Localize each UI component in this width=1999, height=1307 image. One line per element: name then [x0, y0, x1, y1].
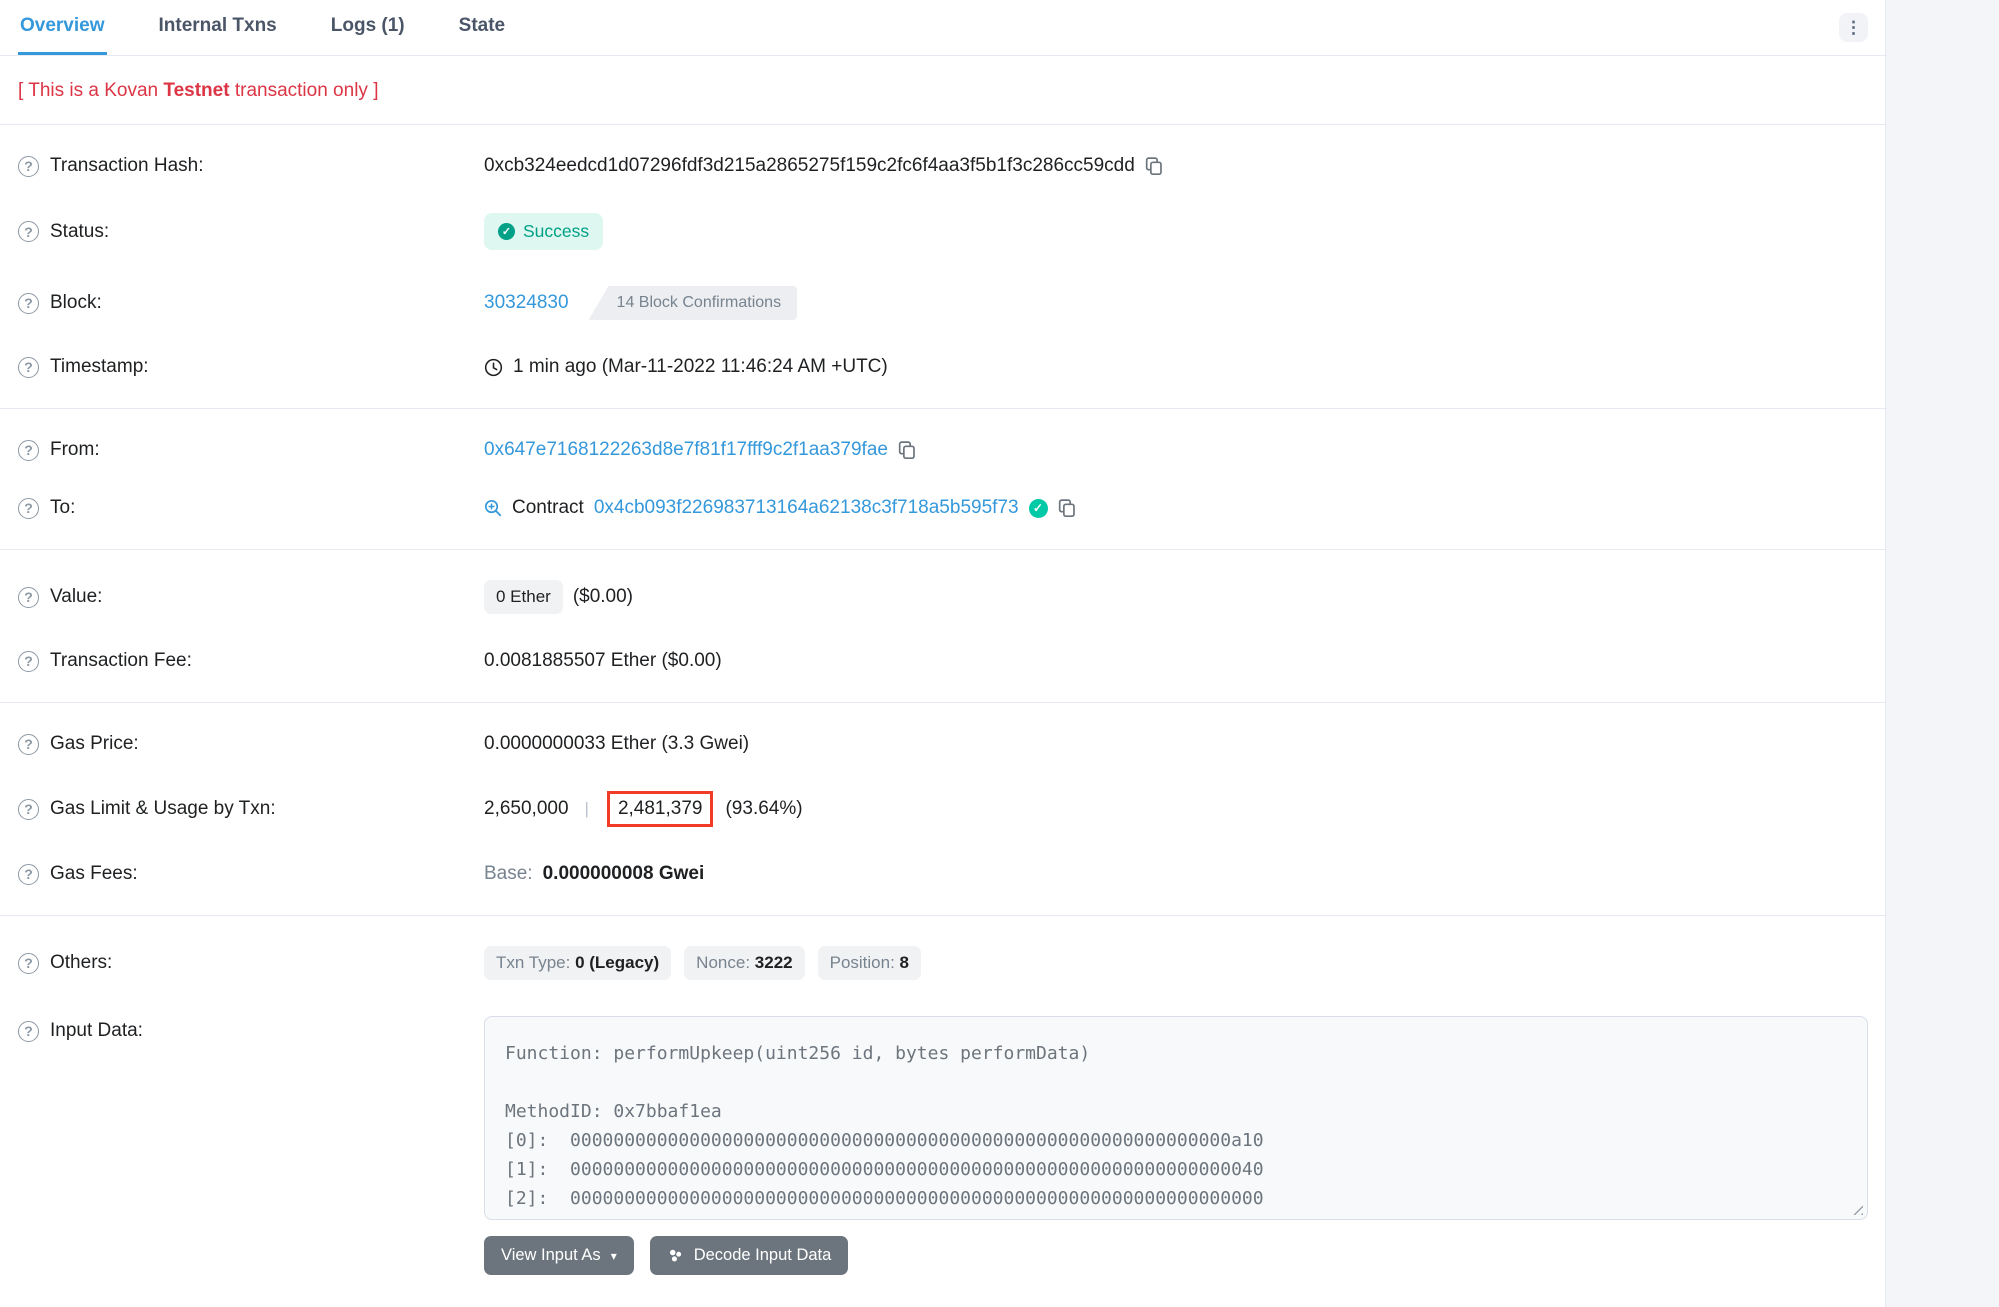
row-others: ? Others: Txn Type: 0 (Legacy) Nonce: 32… — [18, 928, 1867, 998]
gas-price-value: 0.0000000033 Ether (3.3 Gwei) — [484, 733, 749, 755]
base-fee-value: 0.000000008 Gwei — [543, 863, 705, 885]
separator-bar: | — [579, 799, 595, 819]
others-badges: Txn Type: 0 (Legacy) Nonce: 3222 Positio… — [484, 946, 921, 980]
nonce-badge: Nonce: 3222 — [684, 946, 804, 980]
warning-prefix: [ This is a Kovan — [18, 80, 163, 101]
row-timestamp: ? Timestamp: 1 min ago (Mar-11-2022 11:4… — [18, 338, 1867, 396]
ether-value-badge: 0 Ether — [484, 580, 563, 614]
status-value: Success — [523, 221, 589, 242]
input-data-content: Function: performUpkeep(uint256 id, byte… — [505, 1039, 1847, 1213]
gas-used-percent: (93.64%) — [725, 798, 802, 820]
row-gas-fees: ? Gas Fees: Base: 0.000000008 Gwei — [18, 845, 1867, 903]
gas-limit-label: Gas Limit & Usage by Txn: — [50, 798, 276, 820]
chevron-down-icon: ▾ — [611, 1249, 617, 1263]
warning-suffix: transaction only ] — [230, 80, 379, 101]
section-overview-top: ? Transaction Hash: 0xcb324eedcd1d07296f… — [0, 125, 1885, 409]
timestamp-label: Timestamp: — [50, 356, 149, 378]
check-circle-icon: ✓ — [498, 223, 515, 240]
from-address-link[interactable]: 0x647e7168122263d8e7f81f17fff9c2f1aa379f… — [484, 439, 888, 461]
gas-fees-label: Gas Fees: — [50, 863, 138, 885]
position-badge: Position: 8 — [818, 946, 921, 980]
status-badge: ✓ Success — [484, 213, 603, 250]
testnet-warning: [ This is a Kovan Testnet transaction on… — [0, 56, 1885, 125]
input-data-label: Input Data: — [50, 1020, 143, 1042]
warning-bold: Testnet — [163, 80, 229, 101]
help-icon[interactable]: ? — [18, 587, 39, 608]
tab-overview[interactable]: Overview — [18, 0, 107, 55]
row-gas-price: ? Gas Price: 0.0000000033 Ether (3.3 Gwe… — [18, 715, 1867, 773]
help-icon[interactable]: ? — [18, 651, 39, 672]
row-from: ? From: 0x647e7168122263d8e7f81f17fff9c2… — [18, 421, 1867, 479]
block-confirmations-badge: 14 Block Confirmations — [589, 286, 798, 320]
timestamp-value: 1 min ago (Mar-11-2022 11:46:24 AM +UTC) — [513, 356, 888, 378]
transaction-details-card: Overview Internal Txns Logs (1) State ⋮ … — [0, 0, 1886, 1307]
resize-handle[interactable] — [1850, 1202, 1863, 1215]
help-icon[interactable]: ? — [18, 156, 39, 177]
to-kind: Contract — [512, 497, 584, 519]
block-label: Block: — [50, 292, 102, 314]
transaction-fee-value: 0.0081885507 Ether ($0.00) — [484, 650, 722, 672]
row-transaction-hash: ? Transaction Hash: 0xcb324eedcd1d07296f… — [18, 137, 1867, 195]
help-icon[interactable]: ? — [18, 498, 39, 519]
section-value: ? Value: 0 Ether ($0.00) ? Transaction F… — [0, 550, 1885, 703]
more-options-button[interactable]: ⋮ — [1839, 13, 1868, 42]
help-icon[interactable]: ? — [18, 293, 39, 314]
decode-icon — [667, 1247, 684, 1264]
tab-state[interactable]: State — [457, 0, 507, 55]
txn-type-badge: Txn Type: 0 (Legacy) — [484, 946, 671, 980]
row-value: ? Value: 0 Ether ($0.00) — [18, 562, 1867, 632]
copy-icon[interactable] — [898, 440, 916, 460]
gas-used-value: 2,481,379 — [618, 798, 703, 819]
help-icon[interactable]: ? — [18, 953, 39, 974]
tab-logs[interactable]: Logs (1) — [329, 0, 407, 55]
kebab-icon: ⋮ — [1845, 18, 1862, 37]
decode-input-data-button[interactable]: Decode Input Data — [650, 1236, 849, 1275]
tab-bar: Overview Internal Txns Logs (1) State ⋮ — [0, 0, 1885, 56]
section-others-input: ? Others: Txn Type: 0 (Legacy) Nonce: 32… — [0, 916, 1885, 1305]
value-label: Value: — [50, 586, 102, 608]
status-label: Status: — [50, 221, 109, 243]
transaction-fee-label: Transaction Fee: — [50, 650, 192, 672]
section-parties: ? From: 0x647e7168122263d8e7f81f17fff9c2… — [0, 409, 1885, 550]
input-data-actions: View Input As ▾ Decode Input Data — [484, 1236, 1868, 1275]
help-icon[interactable]: ? — [18, 734, 39, 755]
help-icon[interactable]: ? — [18, 864, 39, 885]
help-icon[interactable]: ? — [18, 357, 39, 378]
help-icon[interactable]: ? — [18, 799, 39, 820]
copy-icon[interactable] — [1145, 156, 1163, 176]
verified-contract-icon: ✓ — [1029, 499, 1048, 518]
block-number-link[interactable]: 30324830 — [484, 292, 569, 314]
gas-limit-value: 2,650,000 — [484, 798, 569, 820]
help-icon[interactable]: ? — [18, 1021, 39, 1042]
transaction-hash-value: 0xcb324eedcd1d07296fdf3d215a2865275f159c… — [484, 155, 1135, 177]
help-icon[interactable]: ? — [18, 221, 39, 242]
base-fee-label: Base: — [484, 863, 533, 885]
to-label: To: — [50, 497, 75, 519]
clock-icon — [484, 358, 503, 377]
row-to: ? To: Contract 0x4cb093f226983713164a621… — [18, 479, 1867, 537]
help-icon[interactable]: ? — [18, 440, 39, 461]
value-usd: ($0.00) — [573, 586, 633, 608]
transaction-hash-label: Transaction Hash: — [50, 155, 203, 177]
magnifier-plus-icon[interactable] — [484, 499, 502, 517]
to-address-link[interactable]: 0x4cb093f226983713164a62138c3f718a5b595f… — [594, 497, 1019, 519]
copy-icon[interactable] — [1058, 498, 1076, 518]
row-transaction-fee: ? Transaction Fee: 0.0081885507 Ether ($… — [18, 632, 1867, 690]
gas-price-label: Gas Price: — [50, 733, 139, 755]
gas-used-highlight-box: 2,481,379 — [607, 791, 714, 827]
view-input-as-button[interactable]: View Input As ▾ — [484, 1236, 634, 1275]
row-input-data: ? Input Data: Function: performUpkeep(ui… — [18, 998, 1867, 1293]
input-data-textarea[interactable]: Function: performUpkeep(uint256 id, byte… — [484, 1016, 1868, 1220]
section-gas: ? Gas Price: 0.0000000033 Ether (3.3 Gwe… — [0, 703, 1885, 916]
row-gas-limit-usage: ? Gas Limit & Usage by Txn: 2,650,000 | … — [18, 773, 1867, 845]
row-status: ? Status: ✓ Success — [18, 195, 1867, 268]
tab-internal-txns[interactable]: Internal Txns — [157, 0, 279, 55]
others-label: Others: — [50, 952, 112, 974]
row-block: ? Block: 30324830 14 Block Confirmations — [18, 268, 1867, 338]
from-label: From: — [50, 439, 100, 461]
